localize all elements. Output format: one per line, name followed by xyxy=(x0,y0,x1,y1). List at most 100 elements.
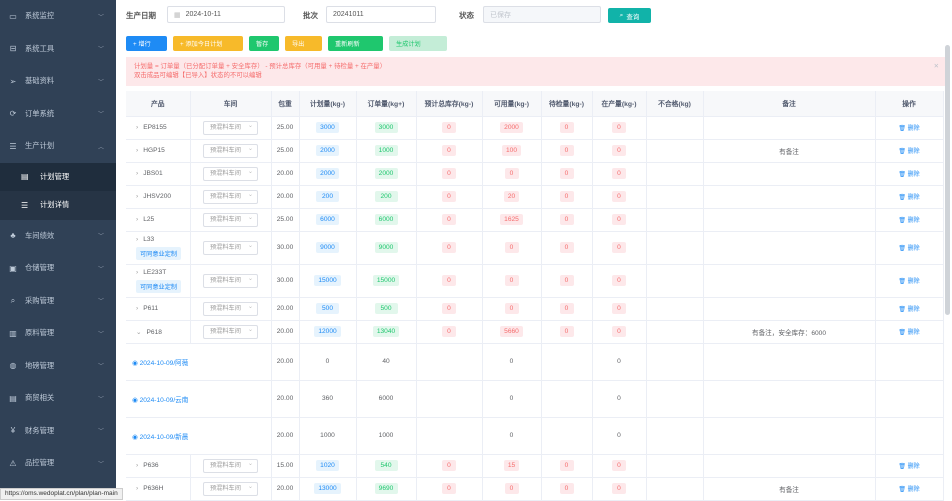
product-name[interactable]: P611 xyxy=(143,305,158,312)
table-row[interactable]: ◉ 2024-10-09/阿薇 20.00 0 40 0 0 xyxy=(126,343,944,381)
workshop-select[interactable]: 预混料车间 xyxy=(203,240,258,255)
workshop-select[interactable]: 预混料车间 xyxy=(203,120,258,135)
workshop-select[interactable]: 预混料车间 xyxy=(203,458,258,473)
status-select[interactable]: 已保存 xyxy=(483,6,601,23)
workshop-select[interactable]: 预混料车间 xyxy=(203,324,258,339)
workshop-select[interactable]: 预混料车间 xyxy=(203,273,258,288)
workshop-select[interactable]: 预混料车间 xyxy=(203,212,258,227)
expand-arrow-icon[interactable]: ⌄ xyxy=(136,329,142,336)
batch-input[interactable]: 20241011 xyxy=(326,6,436,23)
expand-arrow-icon[interactable]: › xyxy=(136,485,138,492)
close-icon[interactable]: ✕ xyxy=(934,62,939,71)
expand-arrow-icon[interactable]: › xyxy=(136,124,138,131)
delete-button[interactable]: 🗑 删除 xyxy=(898,487,919,493)
product-name[interactable]: L25 xyxy=(143,216,154,223)
expand-arrow-icon[interactable]: › xyxy=(136,170,138,177)
expand-arrow-icon[interactable]: › xyxy=(136,462,138,469)
workshop-select[interactable]: 预混料车间 xyxy=(203,166,258,181)
sidebar-item[interactable]: ☰ 生产计划 ︿ xyxy=(0,130,116,163)
table-row[interactable]: › L33 可同意业定制 预混料车间 30.00 9000 9000 0 0 0 0 🗑 删除 xyxy=(126,231,944,265)
table-row[interactable]: › LE233T 可同意业定制 预混料车间 30.00 15000 15000 0 0 0 0 🗑 删… xyxy=(126,264,944,298)
chevron-down-icon: ﹀ xyxy=(97,47,104,54)
workshop-select[interactable]: 预混料车间 xyxy=(203,189,258,204)
expand-arrow-icon[interactable]: › xyxy=(136,216,138,223)
product-name[interactable]: JBS01 xyxy=(143,170,162,177)
export-button[interactable]: 导出 xyxy=(285,36,322,51)
generate-plan-button[interactable]: 生成计划 xyxy=(389,36,447,51)
delete-button[interactable]: 🗑 删除 xyxy=(898,464,919,470)
table-row[interactable]: › P636 预混料车间 15.00 1020 540 0 15 0 0 🗑 删除 xyxy=(126,454,944,478)
sidebar-item[interactable]: ¥ 财务管理 ﹀ xyxy=(0,415,116,448)
workshop-select[interactable]: 预混料车间 xyxy=(203,481,258,496)
expand-arrow-icon[interactable]: › xyxy=(136,305,138,312)
value-tag: 9000 xyxy=(316,242,339,253)
sidebar-subitem[interactable]: ☰ 计划详情 xyxy=(0,191,116,220)
delete-button[interactable]: 🗑 删除 xyxy=(898,330,919,336)
sidebar-item[interactable]: ⊟ 系统工具 ﹀ xyxy=(0,33,116,66)
sidebar-item[interactable]: ⌕ 采购管理 ﹀ xyxy=(0,285,116,318)
table-row[interactable]: ›JHSV200预混料车间20.0020020002000🗑 删除 xyxy=(126,185,944,209)
refresh-button[interactable]: 重新刷新 xyxy=(328,36,383,51)
save-draft-button[interactable]: 暂存 xyxy=(249,36,279,51)
book-icon: ▤ xyxy=(21,172,29,182)
plan-batch-name[interactable]: 2024-10-09/阿薇 xyxy=(140,360,189,367)
plan-batch-name[interactable]: 2024-10-09/新晨 xyxy=(140,434,189,441)
document-icon: ▤ xyxy=(9,393,17,403)
sidebar-item[interactable]: ♣ 车间绩效 ﹀ xyxy=(0,220,116,253)
query-button[interactable]: ⌕ 查询 xyxy=(608,8,651,23)
delete-button[interactable]: 🗑 删除 xyxy=(898,218,919,224)
table-row[interactable]: › P636H 预混料车间 20.00 13000 9690 0 0 0 0 有备注 🗑 删除 xyxy=(126,477,944,501)
sidebar-item[interactable]: ▥ 原料管理 ﹀ xyxy=(0,317,116,350)
delete-button[interactable]: 🗑 删除 xyxy=(898,126,919,132)
sidebar-item[interactable]: ➢ 基础资料 ﹀ xyxy=(0,65,116,98)
table-row[interactable]: › L25 预混料车间 25.00 6000 6000 0 1625 0 0 🗑 删除 xyxy=(126,208,944,232)
expand-arrow-icon[interactable]: › xyxy=(136,269,138,276)
delete-button[interactable]: 🗑 删除 xyxy=(898,195,919,201)
workshop-select[interactable]: 预混料车间 xyxy=(203,301,258,316)
product-name[interactable]: JHSV200 xyxy=(143,193,171,200)
product-name[interactable]: P636 xyxy=(143,462,158,469)
sidebar-item[interactable]: ▭ 系统监控 ﹀ xyxy=(0,0,116,33)
delete-button[interactable]: 🗑 删除 xyxy=(898,307,919,313)
sidebar-item[interactable]: ⚠ 品控管理 ﹀ xyxy=(0,447,116,480)
table-row[interactable]: › P611 预混料车间 20.00 500 500 0 0 0 0 🗑 删除 xyxy=(126,297,944,321)
trash-icon: 🗑 xyxy=(898,172,906,178)
table-row[interactable]: › EP8155 预混料车间 25.00 3000 3000 0 2000 0 0 🗑 删除 xyxy=(126,116,944,140)
value-tag: 6000 xyxy=(316,214,339,225)
refresh-icon: ⟳ xyxy=(9,109,17,119)
table-row[interactable]: › JBS01 预混料车间 20.00 2000 2000 0 0 0 0 🗑 删除 xyxy=(126,162,944,186)
sidebar-item[interactable]: ▣ 仓储管理 ﹀ xyxy=(0,252,116,285)
table-row[interactable]: ◉ 2024-10-09/云南 20.00 360 6000 0 0 xyxy=(126,380,944,418)
table-row[interactable]: ⌄ P618 预混料车间 20.00 12000 13040 0 5660 0 0 有备注，安全库存… xyxy=(126,320,944,344)
delete-button[interactable]: 🗑 删除 xyxy=(898,246,919,252)
chevron-down-icon: ﹀ xyxy=(97,429,104,436)
value-tag: 15 xyxy=(503,460,520,471)
sidebar-item[interactable]: ▤ 商贸相关 ﹀ xyxy=(0,382,116,415)
delete-button[interactable]: 🗑 删除 xyxy=(898,172,919,178)
product-name[interactable]: LE233T xyxy=(143,269,166,276)
scrollbar[interactable] xyxy=(945,45,950,315)
value-tag: 0 xyxy=(442,460,456,471)
sidebar-subitem[interactable]: ▤ 计划管理 xyxy=(0,162,116,191)
expand-arrow-icon[interactable]: › xyxy=(136,236,138,243)
plan-qty: 1000 xyxy=(320,432,335,439)
date-input[interactable]: ▦ 2024-10-11 xyxy=(167,6,285,23)
sidebar-item[interactable]: ◍ 地磅管理 ﹀ xyxy=(0,350,116,383)
value-tag: 2000 xyxy=(500,122,523,133)
product-name[interactable]: EP8155 xyxy=(143,124,166,131)
product-name[interactable]: P618 xyxy=(147,329,162,336)
product-name[interactable]: P636H xyxy=(143,485,163,492)
expand-arrow-icon[interactable]: › xyxy=(136,147,138,154)
delete-button[interactable]: 🗑 删除 xyxy=(898,149,919,155)
add-row-button[interactable]: + 增行 xyxy=(126,36,167,51)
delete-button[interactable]: 🗑 删除 xyxy=(898,279,919,285)
product-name[interactable]: HGP15 xyxy=(143,147,165,154)
add-today-plan-button[interactable]: + 添加今日计划 xyxy=(173,36,243,51)
expand-arrow-icon[interactable]: › xyxy=(136,193,138,200)
workshop-select[interactable]: 预混料车间 xyxy=(203,143,258,158)
table-row[interactable]: ›HGP15预混料车间25.0020001000010000有备注🗑 删除 xyxy=(126,139,944,163)
sidebar-item[interactable]: ⟳ 订单系统 ﹀ xyxy=(0,98,116,131)
product-name[interactable]: L33 xyxy=(143,236,154,243)
plan-batch-name[interactable]: 2024-10-09/云南 xyxy=(140,397,189,404)
table-row[interactable]: ◉ 2024-10-09/新晨 20.00 1000 1000 0 0 xyxy=(126,417,944,455)
